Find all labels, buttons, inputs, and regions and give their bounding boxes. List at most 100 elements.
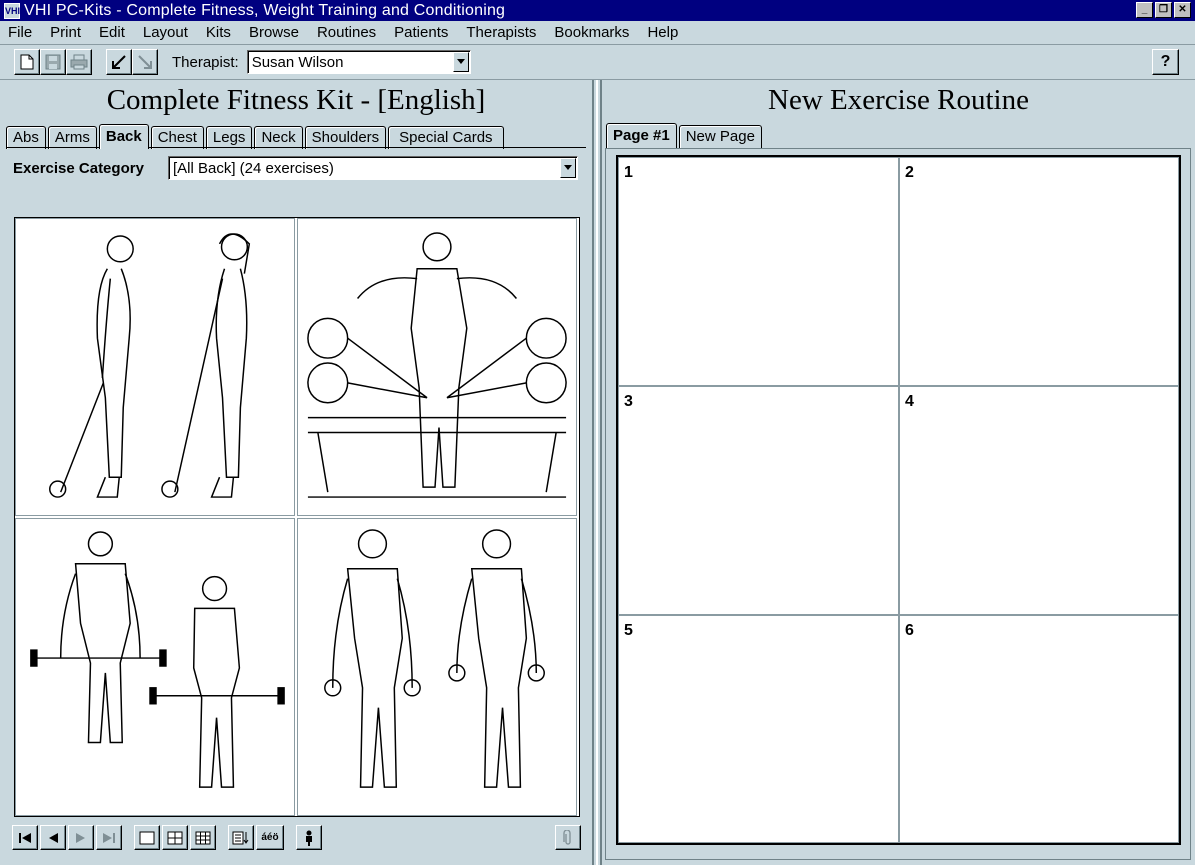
view-four-button[interactable] <box>162 825 188 850</box>
routine-slot-1[interactable]: 1 <box>618 157 899 386</box>
previous-icon <box>49 832 58 843</box>
next-icon <box>76 832 85 843</box>
slot-number: 2 <box>905 164 914 181</box>
tab-legs[interactable]: Legs <box>205 126 253 149</box>
tab-divider <box>6 147 586 148</box>
exercise-category-value: [All Back] (24 exercises) <box>173 159 334 177</box>
menu-print[interactable]: Print <box>41 24 90 41</box>
menu-bar: File Print Edit Layout Kits Browse Routi… <box>0 21 1195 43</box>
save-icon <box>45 54 61 70</box>
first-page-button[interactable] <box>12 825 38 850</box>
view-single-button[interactable] <box>134 825 160 850</box>
last-icon <box>103 832 115 843</box>
menu-routines[interactable]: Routines <box>308 24 385 41</box>
menu-file[interactable]: File <box>0 24 41 41</box>
exercise-card-4[interactable] <box>297 518 577 816</box>
menu-bookmarks[interactable]: Bookmarks <box>545 24 638 41</box>
card-navigation-bar: áéö <box>12 825 324 850</box>
slot-number: 4 <box>905 393 914 410</box>
tab-page-1[interactable]: Page #1 <box>606 123 677 148</box>
last-page-button[interactable] <box>96 825 122 850</box>
routine-page: 1 2 3 4 5 6 <box>605 148 1191 860</box>
exercise-category-label: Exercise Category <box>13 160 144 177</box>
print-button[interactable] <box>66 49 92 75</box>
slot-number: 1 <box>624 164 633 181</box>
routine-slot-2[interactable]: 2 <box>899 157 1179 386</box>
accent-text-icon: áéö <box>261 832 279 843</box>
slot-number: 6 <box>905 622 914 639</box>
view-grid-button[interactable] <box>190 825 216 850</box>
menu-browse[interactable]: Browse <box>240 24 308 41</box>
tab-back[interactable]: Back <box>98 124 149 149</box>
tab-arms[interactable]: Arms <box>47 126 97 149</box>
menu-therapists[interactable]: Therapists <box>457 24 545 41</box>
attach-button[interactable] <box>555 825 581 850</box>
sort-list-icon <box>232 831 249 844</box>
routine-slot-3[interactable]: 3 <box>618 386 899 615</box>
menu-help[interactable]: Help <box>638 24 687 41</box>
minimize-button[interactable]: _ <box>1136 2 1153 18</box>
arrow-down-right-icon <box>138 55 152 69</box>
exercise-illustration <box>49 233 251 498</box>
routine-slot-5[interactable]: 5 <box>618 615 899 843</box>
arrow-down-left-icon <box>112 55 126 69</box>
import-arrow-button[interactable] <box>106 49 132 75</box>
restore-button[interactable]: ❐ <box>1155 2 1172 18</box>
tab-neck[interactable]: Neck <box>254 126 303 149</box>
grid-view-icon <box>195 831 211 844</box>
routine-slot-4[interactable]: 4 <box>899 386 1179 615</box>
dropdown-arrow-icon[interactable] <box>452 52 469 72</box>
exercise-category-select[interactable]: [All Back] (24 exercises) <box>168 156 578 180</box>
window-title: VHI PC-Kits - Complete Fitness, Weight T… <box>24 1 506 19</box>
exercise-illustration <box>307 232 567 498</box>
app-icon[interactable]: VHI <box>4 2 20 19</box>
routine-pane: New Exercise Routine Page #1 New Page 1 … <box>602 80 1195 865</box>
exercise-card-2[interactable] <box>297 218 577 516</box>
first-icon <box>19 832 31 843</box>
tab-chest[interactable]: Chest <box>150 126 204 149</box>
therapist-label: Therapist: <box>172 53 239 71</box>
exercise-card-3[interactable] <box>15 518 295 816</box>
menu-layout[interactable]: Layout <box>134 24 197 41</box>
routine-slot-6[interactable]: 6 <box>899 615 1179 843</box>
new-document-button[interactable] <box>14 49 40 75</box>
pane-splitter[interactable] <box>592 80 602 865</box>
export-arrow-button[interactable] <box>132 49 158 75</box>
routine-tabs: Page #1 New Page <box>606 123 764 148</box>
printer-icon <box>70 54 88 70</box>
menu-kits[interactable]: Kits <box>197 24 240 41</box>
next-page-button[interactable] <box>68 825 94 850</box>
tab-new-page[interactable]: New Page <box>678 125 762 148</box>
close-button[interactable]: ✕ <box>1174 2 1191 18</box>
title-bar: VHI VHI PC-Kits - Complete Fitness, Weig… <box>0 0 1195 21</box>
dropdown-arrow-icon[interactable] <box>560 158 576 178</box>
menu-edit[interactable]: Edit <box>90 24 134 41</box>
therapist-value: Susan Wilson <box>251 53 344 71</box>
kit-tabs: Abs Arms Back Chest Legs Neck Shoulders … <box>6 124 506 149</box>
toolbar: Therapist: Susan Wilson ? <box>0 44 1195 80</box>
menu-patients[interactable]: Patients <box>385 24 457 41</box>
kit-title: Complete Fitness Kit - [English] <box>106 84 486 116</box>
exercise-illustration <box>324 529 545 788</box>
paperclip-icon <box>563 829 571 845</box>
four-grid-icon <box>167 831 183 844</box>
save-button[interactable] <box>40 49 66 75</box>
previous-page-button[interactable] <box>40 825 66 850</box>
person-icon <box>306 830 312 846</box>
exercise-card-1[interactable] <box>15 218 295 516</box>
sort-list-button[interactable] <box>228 825 254 850</box>
single-view-icon <box>139 831 155 844</box>
tab-special-cards[interactable]: Special Cards <box>388 126 504 149</box>
slot-number: 5 <box>624 622 633 639</box>
help-button[interactable]: ? <box>1152 49 1179 75</box>
exercise-card-grid <box>14 217 580 817</box>
patient-button[interactable] <box>296 825 322 850</box>
tab-abs[interactable]: Abs <box>6 126 46 149</box>
tab-shoulders[interactable]: Shoulders <box>304 126 387 149</box>
routine-title: New Exercise Routine <box>768 84 1029 116</box>
routine-slot-grid: 1 2 3 4 5 6 <box>616 155 1181 845</box>
language-button[interactable]: áéö <box>256 825 284 850</box>
therapist-select[interactable]: Susan Wilson <box>246 50 471 74</box>
slot-number: 3 <box>624 393 633 410</box>
new-document-icon <box>20 54 34 70</box>
